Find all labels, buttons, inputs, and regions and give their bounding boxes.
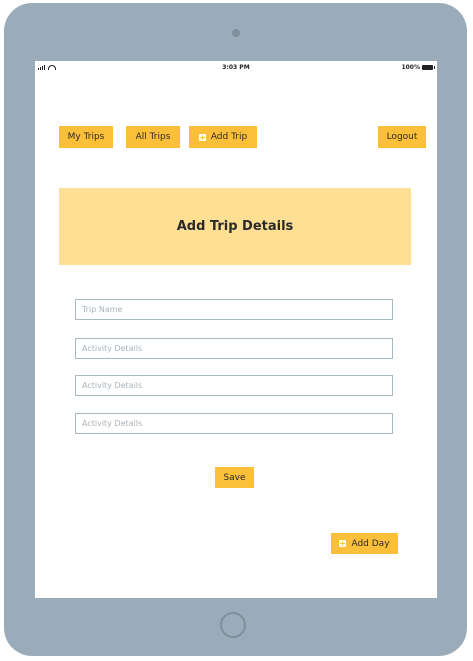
camera-icon [232,29,240,37]
status-time: 3:03 PM [222,64,250,71]
page-title: Add Trip Details [176,219,294,234]
battery-icon [422,65,435,70]
all-trips-label: All Trips [135,132,171,142]
logout-label: Logout [386,132,418,142]
tablet-frame: 3:03 PM 100% My Trips All Trips Add Trip… [4,3,467,656]
save-button[interactable]: Save [215,467,254,488]
battery-status: 100% [401,64,435,71]
all-trips-button[interactable]: All Trips [126,126,180,148]
plus-icon [339,540,347,547]
plus-icon [198,133,206,141]
activity-details-input-3[interactable] [75,413,393,434]
activity-details-input-2[interactable] [75,375,393,396]
my-trips-button[interactable]: My Trips [59,126,113,148]
activity-details-input-1[interactable] [75,338,393,359]
save-label: Save [223,472,246,483]
add-trip-label: Add Trip [210,132,248,142]
battery-percent: 100% [401,64,420,71]
trip-name-input[interactable] [75,299,393,320]
my-trips-label: My Trips [67,132,105,142]
logout-button[interactable]: Logout [378,126,426,148]
add-day-button[interactable]: Add Day [331,533,398,554]
status-bar: 3:03 PM 100% [35,61,437,75]
add-day-label: Add Day [351,538,390,549]
add-trip-button[interactable]: Add Trip [189,126,257,148]
app-screen: 3:03 PM 100% My Trips All Trips Add Trip… [35,61,437,598]
page-title-banner: Add Trip Details [59,188,411,265]
home-button[interactable] [220,612,246,638]
